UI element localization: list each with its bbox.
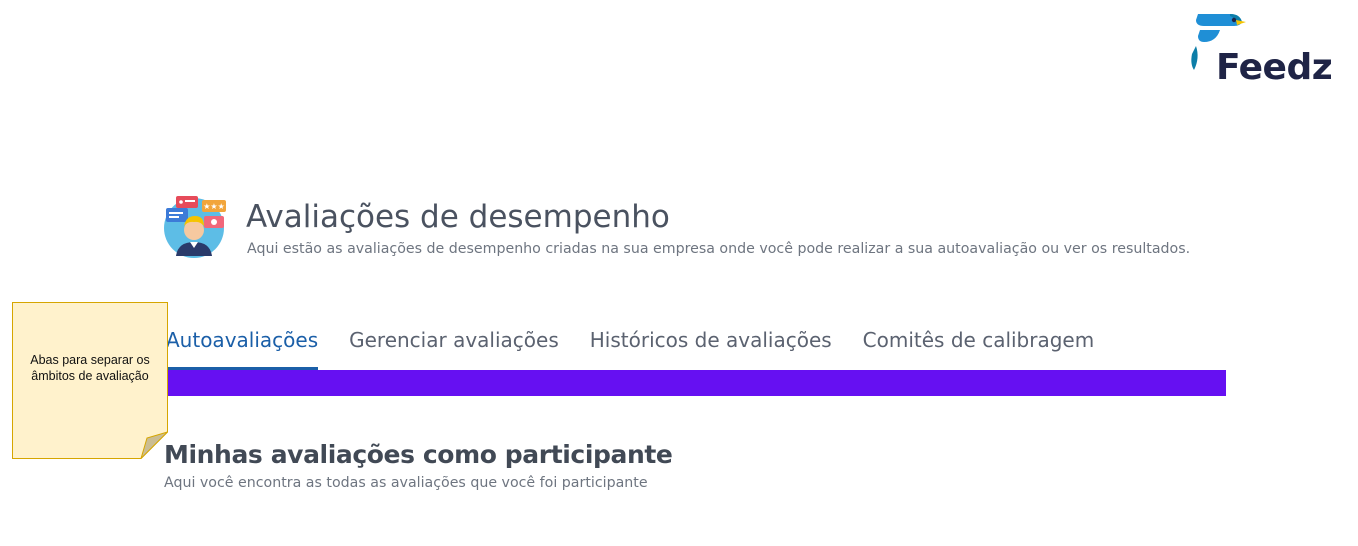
tab-bar: Autoavaliações Gerenciar avaliações Hist… [166, 322, 1125, 372]
svg-text:★★★: ★★★ [203, 202, 225, 211]
annotation-text: Abas para separar os âmbitos de avaliaçã… [30, 353, 150, 383]
page-title: Avaliações de desempenho [246, 199, 670, 235]
brand-logo: Feedz [1190, 12, 1340, 92]
tab-comites-de-calibragem[interactable]: Comitês de calibragem [863, 322, 1095, 370]
section-title: Minhas avaliações como participante [164, 440, 673, 469]
section-subtitle: Aqui você encontra as todas as avaliaçõe… [164, 475, 648, 491]
tab-gerenciar-avaliacoes[interactable]: Gerenciar avaliações [349, 322, 559, 370]
page-subtitle: Aqui estão as avaliações de desempenho c… [247, 241, 1191, 257]
tab-autoavaliacoes[interactable]: Autoavaliações [166, 322, 319, 370]
tab-historicos-de-avaliacoes[interactable]: Históricos de avaliações [590, 322, 832, 370]
annotation-sticky-note: Abas para separar os âmbitos de avaliaçã… [12, 302, 168, 459]
performance-review-illustration-icon: ★★★ [162, 194, 228, 260]
tab-highlight-band [166, 370, 1226, 396]
brand-wordmark: Feedz [1216, 47, 1333, 88]
